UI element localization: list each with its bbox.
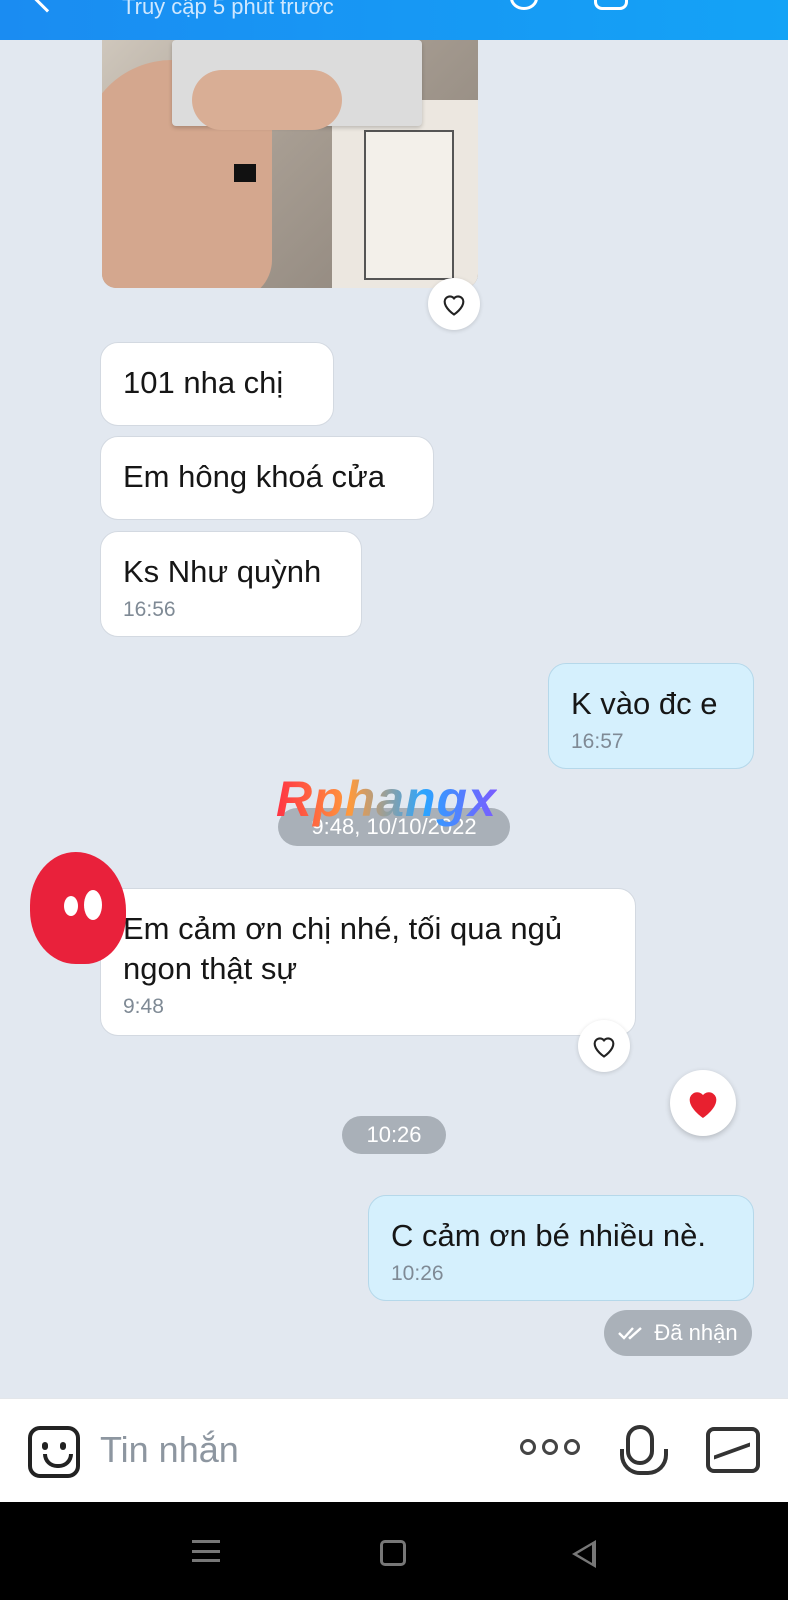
photo-mark: [234, 164, 256, 182]
photo-thumb: [192, 70, 342, 130]
double-check-icon: [618, 1327, 643, 1340]
message-composer: Tin nhắn: [0, 1398, 788, 1502]
mic-icon[interactable]: [620, 1425, 668, 1475]
watermark-text: Rphangx: [276, 771, 497, 827]
message-time: 10:26: [391, 1262, 444, 1285]
message-text: Ks Như quỳnh: [123, 554, 322, 589]
react-message-button[interactable]: [578, 1020, 630, 1072]
call-icon[interactable]: [510, 0, 538, 10]
my-message-bubble[interactable]: K vào đc e 16:57: [548, 663, 754, 769]
photo-switch: [364, 130, 454, 280]
my-message-bubble[interactable]: C cảm ơn bé nhiều nè. 10:26: [368, 1195, 754, 1301]
message-time: 9:48: [123, 995, 164, 1018]
recent-apps-icon[interactable]: [192, 1540, 220, 1562]
message-bubble[interactable]: Ks Như quỳnh 16:56: [100, 531, 362, 637]
emoji-icon[interactable]: [28, 1426, 80, 1478]
image-icon[interactable]: [706, 1427, 760, 1473]
heart-filled-icon: [689, 1092, 717, 1118]
more-icon[interactable]: [520, 1439, 580, 1455]
message-input[interactable]: Tin nhắn: [100, 1429, 239, 1471]
message-bubble[interactable]: 101 nha chị: [100, 342, 334, 426]
message-bubble[interactable]: Em cảm ơn chị nhé, tối qua ngủ ngon thật…: [100, 888, 636, 1036]
last-seen-status: Truy cập 5 phút trước: [122, 0, 334, 19]
react-photo-button[interactable]: [428, 278, 480, 330]
menu-icon[interactable]: [700, 0, 734, 10]
message-time: 16:57: [571, 730, 624, 753]
back-icon[interactable]: [31, 0, 63, 13]
heart-outline-icon: [443, 295, 465, 316]
shared-photo[interactable]: [102, 40, 478, 288]
video-call-icon[interactable]: [594, 0, 628, 10]
message-time: 16:56: [123, 598, 176, 621]
message-text: 101 nha chị: [123, 365, 284, 400]
message-bubble[interactable]: Em hông khoá cửa: [100, 436, 434, 520]
reaction-heart[interactable]: [670, 1070, 736, 1136]
delivery-status-label: Đã nhận: [654, 1320, 738, 1345]
message-text: Em cảm ơn chị nhé, tối qua ngủ ngon thật…: [123, 911, 563, 986]
message-text: Em hông khoá cửa: [123, 459, 386, 494]
message-text: K vào đc e: [571, 686, 718, 721]
system-back-icon[interactable]: [572, 1540, 596, 1568]
delivery-status: Đã nhận: [604, 1310, 752, 1356]
chat-header: Truy cập 5 phút trước: [0, 0, 788, 40]
heart-outline-icon: [593, 1037, 615, 1058]
avatar[interactable]: [30, 852, 126, 964]
home-icon[interactable]: [380, 1540, 406, 1566]
system-navbar: [0, 1502, 788, 1600]
time-separator: 10:26: [342, 1116, 446, 1154]
message-text: C cảm ơn bé nhiều nè.: [391, 1218, 707, 1253]
